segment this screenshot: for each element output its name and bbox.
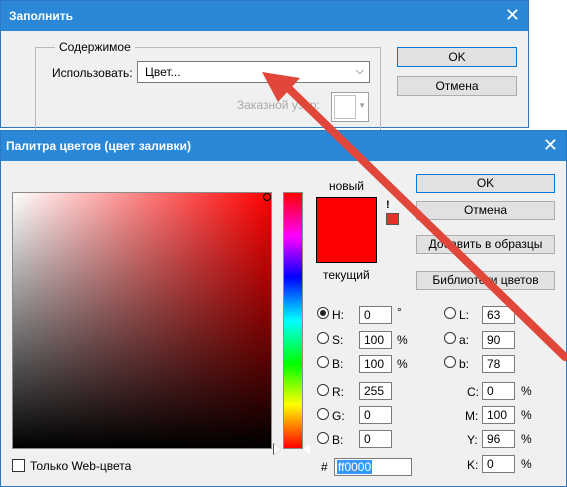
m-field[interactable]: 100 — [482, 406, 515, 424]
radio-h[interactable] — [317, 307, 329, 319]
hue-slider-handle-right[interactable] — [303, 444, 310, 454]
r-field[interactable]: 255 — [359, 382, 392, 400]
blue-label: B: — [332, 433, 344, 447]
use-select[interactable]: Цвет... ⌵ — [137, 61, 370, 83]
lab-b-field[interactable]: 78 — [482, 355, 515, 373]
fill-titlebar[interactable]: Заполнить ✕ — [1, 1, 528, 31]
k-unit: % — [521, 457, 532, 471]
contents-group-label: Содержимое — [55, 40, 135, 54]
gamut-correction-swatch[interactable] — [386, 213, 399, 225]
hex-value-selected: ff0000 — [337, 460, 373, 474]
g-field[interactable]: 0 — [359, 406, 392, 424]
new-color-swatch — [316, 197, 377, 230]
h-unit: ° — [397, 305, 402, 319]
k-field[interactable]: 0 — [482, 455, 515, 473]
blue-field[interactable]: 0 — [359, 430, 392, 448]
web-colors-checkbox[interactable] — [12, 459, 25, 472]
c-field[interactable]: 0 — [482, 382, 515, 400]
add-to-swatches-button[interactable]: Добавить в образцы — [416, 235, 555, 254]
hex-hash-label: # — [321, 460, 328, 474]
c-label: C: — [467, 385, 479, 399]
new-color-label: новый — [329, 179, 365, 193]
brightness-field[interactable]: 100 — [359, 355, 392, 373]
radio-lab-b[interactable] — [444, 356, 456, 368]
radio-r[interactable] — [317, 384, 329, 396]
current-color-label: текущий — [323, 268, 370, 282]
gamut-warning-icon[interactable]: ! — [386, 199, 390, 211]
radio-b[interactable] — [317, 356, 329, 368]
y-field[interactable]: 96 — [482, 430, 515, 448]
radio-l[interactable] — [444, 307, 456, 319]
l-field[interactable]: 63 — [482, 306, 515, 324]
b-label: B: — [332, 357, 344, 371]
a-label: a: — [459, 333, 470, 347]
radio-g[interactable] — [317, 408, 329, 420]
radio-blue[interactable] — [317, 432, 329, 444]
hex-field[interactable]: ff0000 — [334, 458, 412, 476]
color-field[interactable] — [12, 192, 272, 449]
y-unit: % — [521, 432, 532, 446]
chevron-down-icon: ▼ — [358, 101, 366, 110]
b-unit: % — [397, 357, 408, 371]
h-label: H: — [332, 308, 344, 322]
close-icon[interactable]: ✕ — [505, 5, 520, 25]
a-field[interactable]: 90 — [482, 331, 515, 349]
current-color-swatch[interactable] — [316, 230, 377, 263]
fill-cancel-button[interactable]: Отмена — [397, 76, 517, 96]
chevron-down-icon: ⌵ — [355, 65, 364, 77]
s-unit: % — [397, 333, 408, 347]
pattern-preview — [334, 95, 356, 119]
picker-titlebar[interactable]: Палитра цветов (цвет заливки) ✕ — [1, 131, 566, 161]
r-label: R: — [332, 385, 344, 399]
color-field-marker[interactable] — [263, 193, 271, 201]
radio-s[interactable] — [317, 332, 329, 344]
h-field[interactable]: 0 — [359, 306, 392, 324]
y-label: Y: — [467, 433, 478, 447]
s-field[interactable]: 100 — [359, 331, 392, 349]
fill-ok-button[interactable]: OK — [397, 47, 517, 67]
close-icon[interactable]: ✕ — [543, 135, 558, 155]
picker-title: Палитра цветов (цвет заливки) — [6, 139, 191, 153]
use-select-value: Цвет... — [145, 65, 181, 79]
use-label: Использовать: — [52, 66, 133, 80]
custom-pattern-label: Заказной узор: — [237, 98, 320, 112]
hue-slider[interactable] — [283, 192, 303, 449]
g-label: G: — [332, 409, 345, 423]
color-libraries-button[interactable]: Библиотеки цветов — [416, 271, 555, 290]
custom-pattern-picker: ▼ — [331, 92, 369, 122]
radio-a[interactable] — [444, 332, 456, 344]
web-colors-label: Только Web-цвета — [30, 459, 132, 473]
l-label: L: — [459, 308, 470, 322]
color-picker-dialog: Палитра цветов (цвет заливки) ✕ новый те… — [0, 130, 567, 487]
picker-ok-button[interactable]: OK — [416, 174, 555, 193]
s-label: S: — [332, 333, 344, 347]
fill-dialog-title: Заполнить — [9, 9, 73, 23]
hue-slider-handle-left[interactable] — [274, 444, 281, 454]
k-label: K: — [467, 458, 479, 472]
m-unit: % — [521, 408, 532, 422]
c-unit: % — [521, 384, 532, 398]
picker-cancel-button[interactable]: Отмена — [416, 201, 555, 220]
lab-b-label: b: — [459, 357, 470, 371]
m-label: M: — [465, 409, 479, 423]
